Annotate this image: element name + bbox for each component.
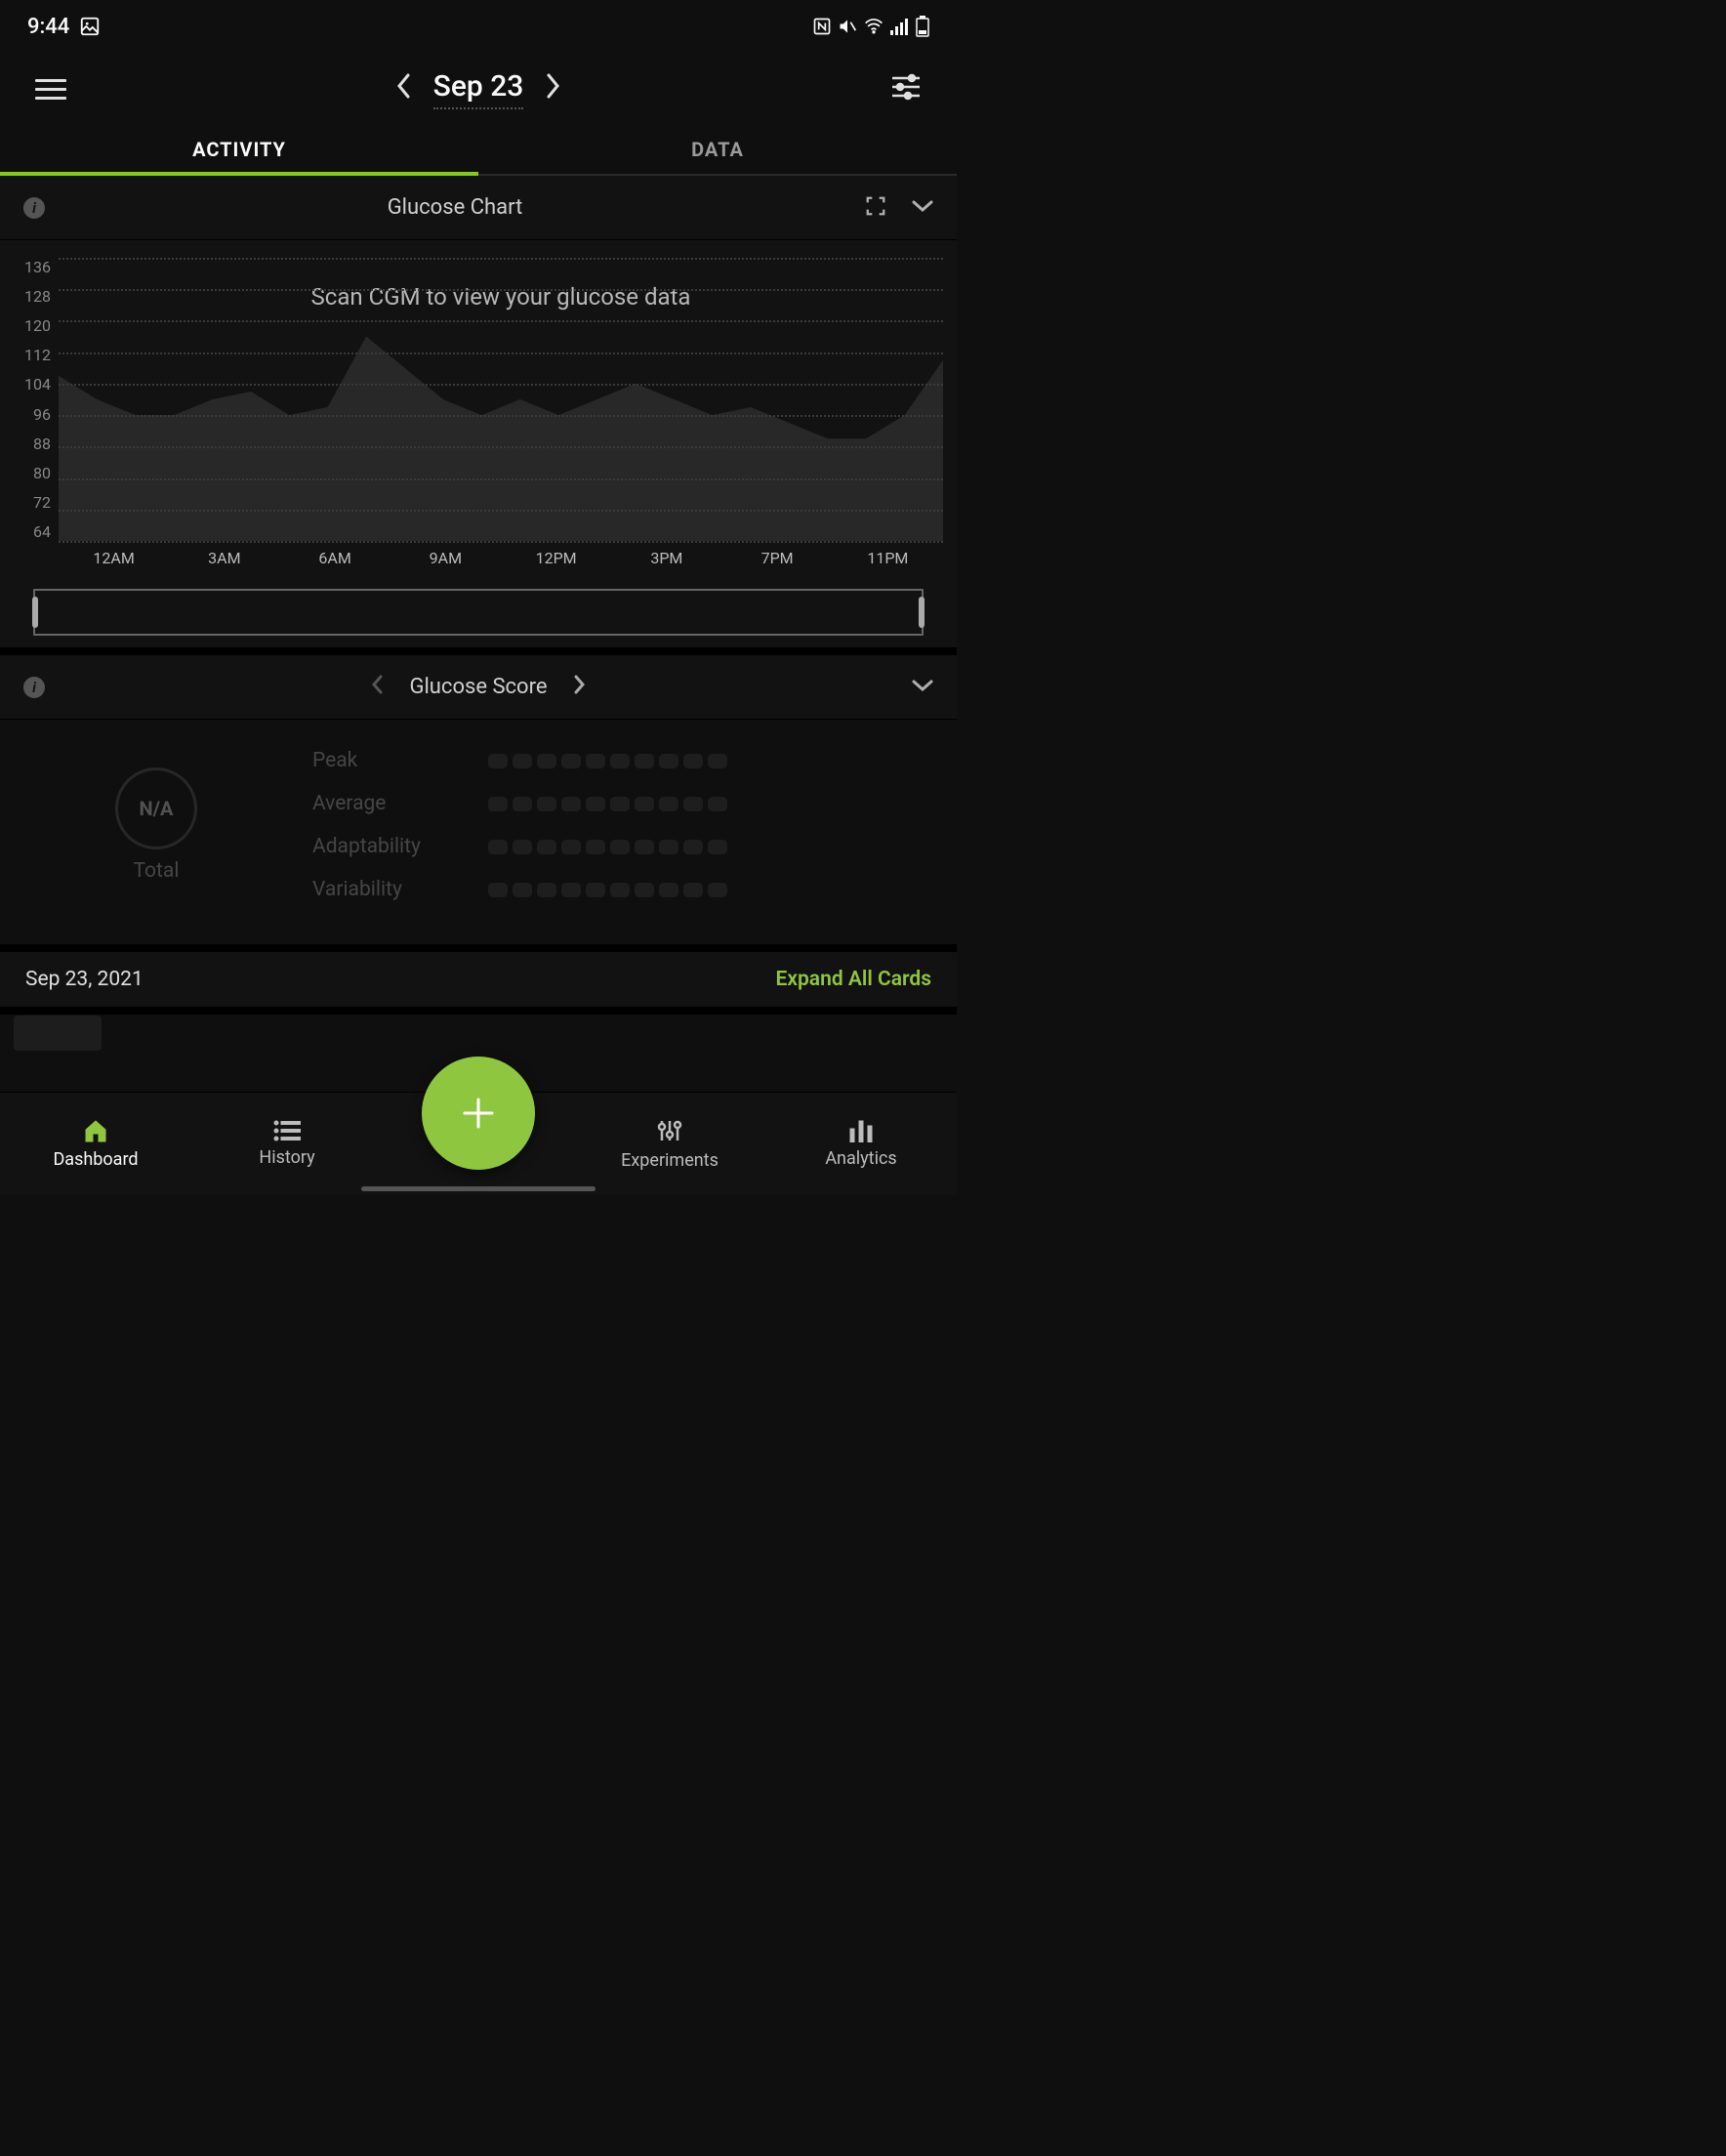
image-icon	[79, 16, 101, 37]
status-bar: 9:44	[0, 0, 957, 53]
peek-thumbnail	[14, 1016, 102, 1051]
score-total: N/A Total	[0, 749, 312, 901]
collapse-icon[interactable]	[912, 198, 933, 217]
metric-average: Average	[312, 792, 898, 815]
glucose-chart-header: i Glucose Chart	[0, 176, 957, 240]
metric-variability-track	[488, 883, 727, 897]
score-prev-button[interactable]	[372, 675, 384, 700]
metric-adaptability-track	[488, 840, 727, 854]
battery-icon	[916, 16, 929, 37]
score-total-label: Total	[134, 859, 180, 883]
y-axis: 1361281201121049688807264	[14, 258, 59, 541]
time-range-slider[interactable]	[33, 589, 924, 636]
nav-experiments-label: Experiments	[621, 1150, 719, 1171]
menu-icon[interactable]	[35, 79, 66, 100]
collapse-icon[interactable]	[912, 678, 933, 696]
chart-placeholder-text: Scan CGM to view your glucose data	[59, 283, 943, 311]
metric-average-track	[488, 797, 727, 811]
glucose-score-card: i Glucose Score N/A Total Peak	[0, 647, 957, 944]
metric-peak: Peak	[312, 749, 898, 772]
nfc-icon	[812, 17, 832, 36]
nav-experiments[interactable]: Experiments	[574, 1093, 765, 1195]
metric-peak-label: Peak	[312, 749, 459, 772]
range-handle-right[interactable]	[919, 597, 925, 628]
nav-history[interactable]: History	[191, 1093, 383, 1195]
plot-surface[interactable]: Scan CGM to view your glucose data	[59, 258, 943, 541]
add-button[interactable]	[422, 1057, 535, 1170]
metric-adaptability: Adaptability	[312, 835, 898, 858]
tab-activity[interactable]: ACTIVITY	[0, 125, 478, 174]
mute-icon	[838, 17, 857, 36]
fullscreen-icon[interactable]	[865, 195, 886, 221]
tab-bar: ACTIVITY DATA	[0, 125, 957, 176]
app-header: Sep 23	[0, 53, 957, 125]
score-next-button[interactable]	[573, 675, 585, 700]
glucose-chart-title: Glucose Chart	[388, 195, 523, 220]
prev-day-button[interactable]	[396, 73, 412, 105]
nav-analytics[interactable]: Analytics	[765, 1093, 957, 1195]
next-card-peek[interactable]	[0, 1007, 957, 1052]
range-handle-left[interactable]	[32, 597, 38, 628]
glucose-chart: 1361281201121049688807264 Scan CGM to vi…	[0, 240, 957, 647]
score-metrics: Peak Average Adaptability Variability	[312, 749, 957, 901]
expand-all-button[interactable]: Expand All Cards	[776, 968, 931, 991]
current-date[interactable]: Sep 23	[433, 69, 524, 109]
tab-data[interactable]: DATA	[478, 125, 957, 174]
score-value-circle: N/A	[115, 767, 197, 850]
score-na-label: N/A	[140, 797, 174, 820]
date-row: Sep 23, 2021 Expand All Cards	[0, 944, 957, 1007]
nav-analytics-label: Analytics	[825, 1148, 896, 1169]
home-indicator[interactable]	[361, 1186, 596, 1191]
metric-peak-track	[488, 754, 727, 768]
nav-history-label: History	[259, 1147, 314, 1168]
nav-dashboard-label: Dashboard	[53, 1149, 138, 1170]
signal-icon	[890, 18, 910, 35]
glucose-score-title: Glucose Score	[409, 675, 547, 699]
tab-indicator	[0, 172, 478, 176]
metric-variability-label: Variability	[312, 878, 459, 901]
full-date: Sep 23, 2021	[25, 968, 144, 991]
filter-settings-icon[interactable]	[890, 73, 922, 104]
info-icon[interactable]: i	[23, 677, 45, 698]
info-icon[interactable]: i	[23, 197, 45, 219]
tab-data-label: DATA	[691, 138, 744, 161]
nav-dashboard[interactable]: Dashboard	[0, 1093, 191, 1195]
next-day-button[interactable]	[545, 73, 560, 105]
date-navigator: Sep 23	[396, 69, 561, 109]
status-time: 9:44	[27, 15, 69, 39]
x-axis: 12AM3AM6AM9AM12PM3PM7PM11PM	[59, 549, 943, 567]
metric-adaptability-label: Adaptability	[312, 835, 459, 858]
wifi-icon	[863, 17, 884, 36]
tab-activity-label: ACTIVITY	[192, 138, 286, 161]
metric-average-label: Average	[312, 792, 459, 815]
metric-variability: Variability	[312, 878, 898, 901]
